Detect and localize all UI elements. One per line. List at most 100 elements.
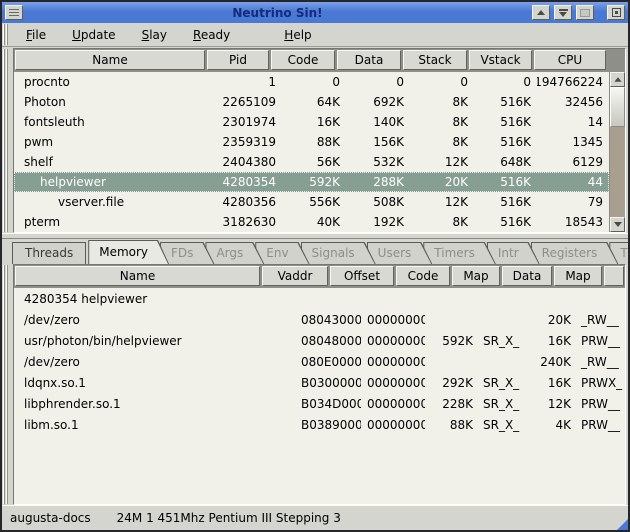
column-header-pid[interactable]: Pid	[207, 50, 269, 70]
process-code: 40K	[282, 215, 346, 229]
menu-ready[interactable]: Ready	[180, 25, 243, 45]
list-item: libphrender.so.1 B034D000 00000000 228K …	[14, 393, 625, 414]
memory-map-flags: PRW__	[577, 397, 625, 411]
process-code: 0	[282, 75, 346, 89]
resize-grip-icon[interactable]	[617, 519, 628, 530]
memory-offset: 00000000	[361, 313, 425, 327]
column-header-offset[interactable]: Offset	[330, 266, 394, 286]
triangle-up-icon	[614, 77, 621, 82]
tab-users[interactable]: Users	[367, 242, 433, 264]
memory-data: 16K	[527, 376, 577, 390]
column-header-cpu[interactable]: CPU	[534, 50, 606, 70]
column-header-map[interactable]: Map	[452, 266, 500, 286]
table-row[interactable]: fontsleuth 2301974 16K 140K 8K 516K 14	[14, 112, 609, 132]
process-name: vserver.file	[14, 195, 220, 209]
column-header-name[interactable]: Name	[15, 266, 260, 286]
header-filler	[604, 266, 624, 286]
memory-vaddr: B0389000	[295, 418, 361, 432]
process-name: pterm	[14, 215, 220, 229]
table-row[interactable]: Photon 2265109 64K 692K 8K 516K 32456	[14, 92, 609, 112]
table-row[interactable]: shelf 2404380 56K 532K 12K 648K 6129	[14, 152, 609, 172]
maximize-button[interactable]	[576, 5, 594, 20]
process-cpu: 6129	[537, 155, 609, 169]
list-item: ldqnx.so.1 B0300000 00000000 292K SR_X_ …	[14, 372, 625, 393]
process-cpu: 14	[537, 115, 609, 129]
column-header-vstack[interactable]: Vstack	[469, 50, 532, 70]
process-scrollbar[interactable]	[609, 72, 625, 232]
scroll-up-button[interactable]	[610, 72, 625, 87]
table-row-selected[interactable]: helpviewer 4280354 592K 288K 20K 516K 44	[14, 172, 609, 192]
menu-help[interactable]: Help	[271, 25, 324, 45]
roll-down-button[interactable]	[554, 5, 572, 20]
process-stack: 12K	[410, 195, 474, 209]
app-window: Neutrino Sin! File Update Slay Ready Hel…	[0, 0, 630, 532]
process-rows: procnto 1 0 0 0 0 194766224 Photon 22651…	[14, 72, 609, 232]
collapse-button[interactable]	[532, 5, 550, 20]
menubar: File Update Slay Ready Help	[2, 23, 628, 47]
tab-label: Memory	[89, 241, 168, 264]
tab-label: Signals	[302, 243, 375, 264]
detail-panel-drag-handle[interactable]	[3, 265, 11, 504]
menu-file[interactable]: File	[13, 25, 59, 45]
close-button[interactable]	[607, 5, 625, 20]
process-pid: 4280356	[220, 195, 282, 209]
column-header-name[interactable]: Name	[15, 50, 205, 70]
memory-offset: 00000000	[361, 397, 425, 411]
column-header-data[interactable]: Data	[337, 50, 401, 70]
process-cpu: 44	[537, 175, 609, 189]
memory-name: libm.so.1	[14, 418, 295, 432]
memory-offset: 00000000	[361, 418, 425, 432]
tab-threads[interactable]: Threads	[12, 242, 86, 264]
menubar-drag-handle[interactable]	[3, 24, 11, 45]
process-data: 508K	[346, 195, 410, 209]
memory-name: /dev/zero	[14, 355, 295, 369]
tab-memory[interactable]: Memory	[88, 240, 169, 264]
scrollbar-track[interactable]	[610, 127, 625, 217]
process-table-header: Name Pid Code Data Stack Vstack CPU	[14, 49, 625, 72]
column-header-code[interactable]: Code	[271, 50, 335, 70]
column-header-map[interactable]: Map	[554, 266, 602, 286]
table-row[interactable]: pterm 3182630 40K 192K 8K 516K 18543	[14, 212, 609, 232]
column-header-stack[interactable]: Stack	[403, 50, 467, 70]
tab-label: Threads	[13, 243, 85, 264]
scroll-down-button[interactable]	[610, 217, 625, 232]
scrollbar-thumb[interactable]	[610, 87, 625, 127]
tab-signals[interactable]: Signals	[301, 242, 376, 264]
process-cpu: 194766224	[537, 75, 609, 89]
tab-label: Args	[206, 243, 263, 264]
menu-slay[interactable]: Slay	[129, 25, 180, 45]
process-pid: 3182630	[220, 215, 282, 229]
process-code: 56K	[282, 155, 346, 169]
menu-lines-icon	[9, 9, 19, 17]
table-row[interactable]: procnto 1 0 0 0 0 194766224	[14, 72, 609, 92]
triangle-up-icon	[537, 10, 545, 15]
window-menu-button[interactable]	[5, 5, 23, 20]
memory-map-flags: _RW__	[577, 313, 625, 327]
column-header-data[interactable]: Data	[502, 266, 552, 286]
table-row[interactable]: pwm 2359319 88K 156K 8K 516K 1345	[14, 132, 609, 152]
memory-name: ldqnx.so.1	[14, 376, 295, 390]
memory-data: 12K	[527, 397, 577, 411]
memory-rows: 4280354 helpviewer /dev/zero 08043000 00…	[14, 288, 625, 504]
memory-name: 4280354 helpviewer	[14, 292, 295, 306]
tab-timers[interactable]: Timers	[423, 242, 496, 264]
table-row[interactable]: vserver.file 4280356 556K 508K 12K 516K …	[14, 192, 609, 212]
process-data: 156K	[346, 135, 410, 149]
memory-map-flags: SR_X_	[479, 376, 527, 390]
column-header-code[interactable]: Code	[396, 266, 450, 286]
process-panel-drag-handle[interactable]	[3, 49, 11, 232]
memory-map-flags: _RW__	[577, 355, 625, 369]
process-pid: 4280354	[220, 175, 282, 189]
memory-name: usr/photon/bin/helpviewer	[14, 334, 295, 348]
menu-update[interactable]: Update	[59, 25, 128, 45]
process-data: 0	[346, 75, 410, 89]
column-header-vaddr[interactable]: Vaddr	[262, 266, 328, 286]
memory-map-flags: SR_X_	[479, 334, 527, 348]
memory-table-header: Name Vaddr Offset Code Map Data Map	[14, 265, 625, 288]
list-item: libm.so.1 B0389000 00000000 88K SR_X_ 4K…	[14, 414, 625, 435]
detail-panel: Threads Memory FDs Args Env Signals User…	[2, 239, 628, 505]
tab-registers[interactable]: Registers	[531, 242, 619, 264]
square-in-square-icon	[612, 8, 621, 17]
process-vstack: 516K	[474, 135, 537, 149]
process-stack: 20K	[410, 175, 474, 189]
